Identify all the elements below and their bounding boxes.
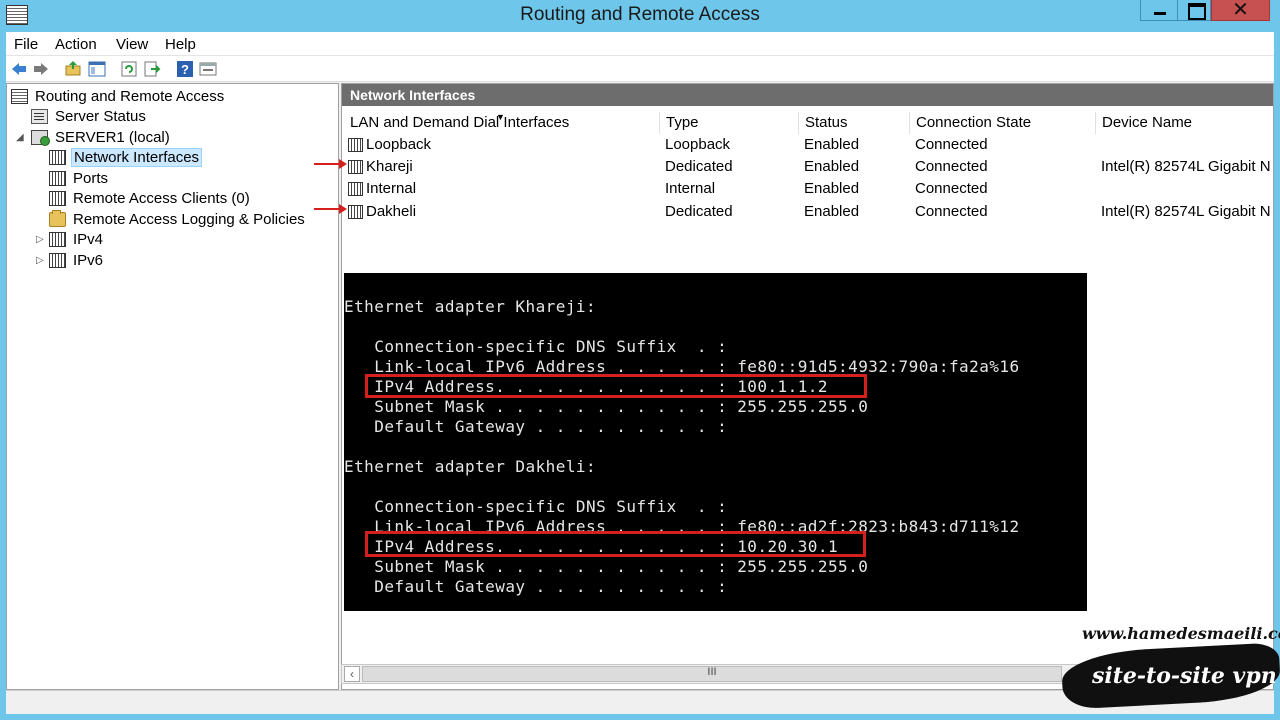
console-line: Default Gateway . . . . . . . . . :: [344, 577, 728, 596]
tree-network-interfaces[interactable]: Network Interfaces: [49, 147, 203, 167]
menu-view[interactable]: View: [116, 36, 148, 53]
svg-text:?: ?: [181, 62, 189, 77]
forward-icon[interactable]: [32, 60, 50, 78]
tree-ipv6[interactable]: IPv6: [49, 250, 105, 270]
console-tree: Routing and Remote Access Server Status …: [6, 83, 339, 690]
network-interfaces-icon: [49, 149, 66, 165]
server-status-icon: [31, 108, 48, 124]
toolbar: ?: [6, 56, 1274, 82]
minimize-button[interactable]: [1140, 0, 1178, 21]
tree-server1[interactable]: SERVER1 (local): [31, 127, 172, 147]
interface-icon: [348, 182, 363, 196]
interface-icon: [348, 138, 363, 152]
tree-ports[interactable]: Ports: [49, 168, 110, 188]
expand-server-icon[interactable]: ◢: [16, 132, 24, 143]
watermark-url: www.hamedesmaeili.com: [1082, 624, 1280, 643]
console-line: Subnet Mask . . . . . . . . . . . : 255.…: [344, 557, 869, 576]
properties-icon[interactable]: [199, 60, 217, 78]
ipv6-icon: [49, 252, 66, 268]
help-icon[interactable]: ?: [176, 60, 194, 78]
maximize-button[interactable]: [1177, 0, 1211, 21]
menu-help[interactable]: Help: [165, 36, 196, 53]
console-line: Subnet Mask . . . . . . . . . . . : 255.…: [344, 397, 869, 416]
up-folder-icon[interactable]: [64, 60, 82, 78]
arrow-khareji-icon: [314, 159, 347, 169]
interface-icon: [348, 160, 363, 174]
ipconfig-console: Ethernet adapter Khareji: Connection-spe…: [344, 273, 1087, 611]
highlight-box-khareji: [365, 374, 867, 398]
column-device-name[interactable]: Device Name: [1096, 112, 1273, 134]
menu-file[interactable]: File: [14, 36, 38, 53]
tree-server-status[interactable]: Server Status: [31, 106, 148, 126]
section-header: Network Interfaces: [342, 84, 1273, 106]
watermark-tag: site-to-site vpn: [1092, 663, 1277, 689]
console-line: Ethernet adapter Dakheli:: [344, 457, 597, 476]
server-icon: [31, 129, 50, 146]
window-title: Routing and Remote Access: [520, 4, 760, 25]
routing-icon: [11, 88, 28, 104]
scroll-grip: III: [707, 666, 717, 678]
column-interfaces[interactable]: LAN and Demand Dial Interfaces ▼: [344, 112, 660, 134]
expand-ipv6-icon[interactable]: ▷: [36, 255, 44, 266]
arrow-dakheli-icon: [314, 204, 347, 214]
show-hide-tree-icon[interactable]: [88, 60, 106, 78]
back-icon[interactable]: [10, 60, 28, 78]
tree-root[interactable]: Routing and Remote Access: [11, 86, 226, 106]
logging-folder-icon: [49, 209, 66, 227]
menu-bar: File Action View Help: [6, 32, 1274, 56]
console-line: Connection-specific DNS Suffix . :: [344, 497, 728, 516]
console-line: Connection-specific DNS Suffix . :: [344, 337, 728, 356]
remote-clients-icon: [49, 190, 66, 206]
column-type[interactable]: Type: [660, 112, 799, 134]
interface-icon: [348, 205, 363, 219]
menu-action[interactable]: Action: [55, 36, 97, 53]
expand-ipv4-icon[interactable]: ▷: [36, 234, 44, 245]
column-status[interactable]: Status: [799, 112, 910, 134]
scroll-left-icon[interactable]: ‹: [344, 666, 360, 682]
ipv4-icon: [49, 231, 66, 247]
title-bar: Routing and Remote Access ✕: [0, 0, 1280, 32]
scroll-thumb[interactable]: III: [362, 666, 1062, 682]
tree-ipv4[interactable]: IPv4: [49, 229, 105, 249]
sort-indicator-icon: ▼: [496, 112, 505, 122]
console-line: Ethernet adapter Khareji:: [344, 297, 597, 316]
close-icon: ✕: [1232, 0, 1249, 21]
ports-icon: [49, 170, 66, 186]
close-button[interactable]: ✕: [1211, 0, 1270, 21]
refresh-icon[interactable]: [120, 60, 138, 78]
tree-remote-access-clients[interactable]: Remote Access Clients (0): [49, 188, 252, 208]
highlight-box-dakheli: [365, 531, 866, 557]
column-connection-state[interactable]: Connection State: [910, 112, 1096, 134]
tree-remote-access-logging[interactable]: Remote Access Logging & Policies: [49, 209, 307, 229]
console-line: Default Gateway . . . . . . . . . :: [344, 417, 728, 436]
export-icon[interactable]: [143, 60, 161, 78]
